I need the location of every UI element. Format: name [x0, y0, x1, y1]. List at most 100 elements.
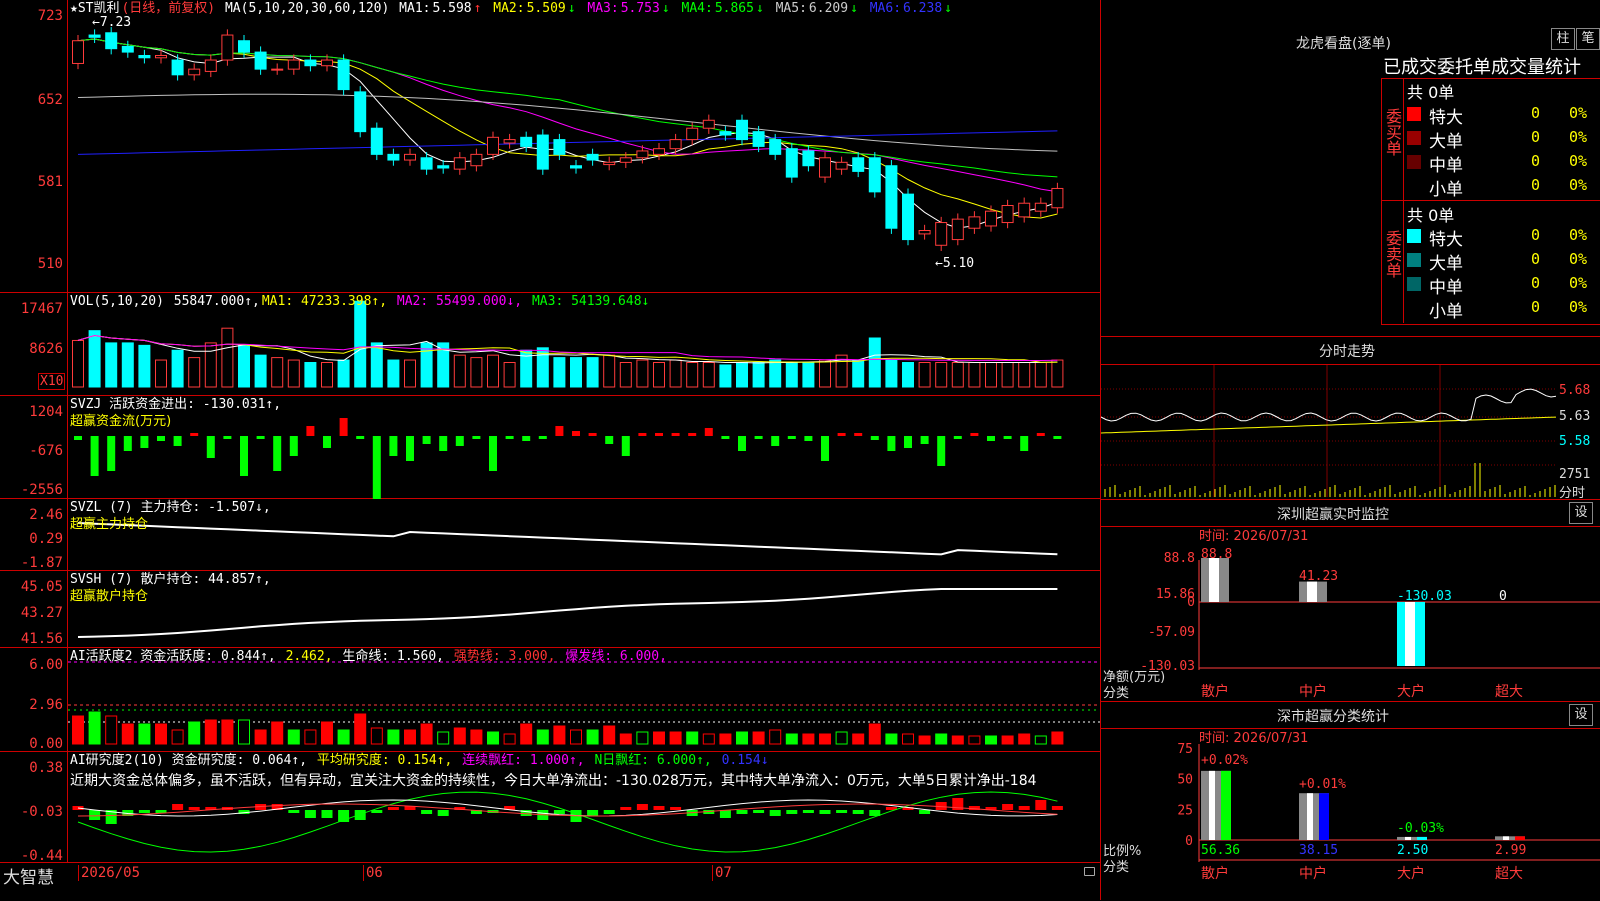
sell-swatch [1407, 277, 1421, 291]
ai-research-panel[interactable]: 0.38 -0.03 -0.44 AI研究度2(10) 资金研究度: 0.064… [0, 752, 1100, 863]
sell-row: 大单 0 0% [1407, 249, 1600, 274]
sell-swatch [1407, 229, 1421, 243]
candle-body [702, 119, 715, 129]
class-bar-highlight [1307, 793, 1313, 840]
candle-body [370, 127, 383, 155]
bar-view-button[interactable]: 柱 [1551, 28, 1575, 50]
activity-bar [752, 731, 765, 745]
volume-bar [420, 342, 433, 388]
period-label: (日线，前复权) [121, 1, 216, 16]
class-value: 2.50 [1397, 843, 1428, 858]
flow-bar [704, 428, 713, 436]
ma2-value: MA2: 5.509 ↓ [493, 1, 576, 16]
kline-panel[interactable]: 723 652 581 510 ★ST凯利 (日线，前复权) MA(5,10,20… [0, 0, 1100, 293]
y-tick: 0.29 [29, 531, 63, 547]
y-tick: -676 [29, 443, 63, 459]
intraday-panel[interactable]: 分时走势 5.68 5.63 5.58 2751 分时 [1100, 337, 1600, 501]
candle-body [188, 68, 201, 76]
high-price-label: ←7.23 [92, 15, 132, 30]
activity-bar [586, 729, 599, 745]
sell-count: 0 [1531, 250, 1541, 268]
activity-bar [951, 735, 964, 745]
main-holding-y-axis: 2.46 0.29 -1.87 [0, 499, 68, 570]
y-tick: 41.56 [20, 631, 63, 647]
class-category: 散户 [1201, 865, 1229, 882]
buy-pct: 0% [1569, 104, 1588, 122]
class-y-tick: 25 [1177, 803, 1193, 818]
flow-bar [655, 433, 663, 436]
retail-holding-line [77, 588, 1058, 638]
volume-bar [885, 359, 898, 388]
stroke-view-button[interactable]: 笔 [1576, 28, 1600, 50]
ai-commentary: 近期大资金总体偏多，虽不活跃，但有异动，宜关注大资金的持续性，今日大单净流出：-… [70, 773, 1037, 789]
retail-holding-panel[interactable]: 45.05 43.27 41.56 SVSH (7) 散户持仓: 44.857↑… [0, 571, 1100, 648]
volume-bar [88, 330, 101, 388]
candle-body [453, 157, 466, 170]
candle-body [105, 32, 118, 50]
flow-bar [688, 433, 697, 436]
class-category: 大户 [1397, 865, 1425, 882]
sell-count: 0 [1531, 226, 1541, 244]
y-tick: 0.38 [29, 760, 63, 776]
volume-panel[interactable]: 17467 8626 X10 VOL(5,10,20) 55847.000↑, M… [0, 293, 1100, 396]
volume-bar [503, 362, 516, 388]
activity-bar [918, 735, 931, 745]
activity-bar [1034, 735, 1047, 745]
flow-bar [605, 436, 614, 444]
volume-bar [653, 362, 665, 388]
class-bar-highlight [1503, 836, 1509, 840]
flow-bar [821, 436, 829, 461]
flow-bar [638, 433, 647, 436]
candle-body [204, 59, 217, 72]
flow-bar [240, 436, 248, 476]
svzj-sub: 超赢资金流(万元) [70, 414, 172, 429]
vol-label: VOL(5,10,20) [70, 294, 164, 309]
date-tick: 07 [712, 865, 732, 881]
buy-label: 特大 [1429, 108, 1463, 128]
monitor-y-tick: 88.8 [1164, 551, 1195, 566]
monitor-panel[interactable]: 深圳超赢实时监控 设 时间: 2026/07/31 88.8 15.86 0 -57.… [1100, 500, 1600, 702]
flow-bar [289, 436, 298, 456]
y-tick: -1.87 [20, 555, 63, 571]
fund-flow-panel[interactable]: 1204 -676 -2556 SVZJ 活跃资金进出: -130.031↑, … [0, 396, 1100, 499]
candlestick-chart[interactable] [68, 0, 1100, 293]
candle-body [420, 157, 433, 170]
ma6-value: MA6: 6.238 ↓ [869, 1, 952, 16]
activity-bar [536, 729, 549, 745]
buy-count: 0 [1531, 176, 1541, 194]
y-tick: 510 [37, 256, 63, 272]
ma5-value: MA5: 6.209 ↓ [775, 1, 858, 16]
monitor-chart[interactable]: 88.815.860-57.09-130.0388.841.23-130.03 0… [1101, 500, 1600, 702]
ma1-value: MA1: 5.598 ↑ [399, 1, 482, 16]
svzl-sub: 超赢主力持仓 [70, 517, 149, 532]
activity-bar [354, 713, 367, 745]
research-bar [836, 810, 848, 813]
stock-title[interactable]: ★ST凯利 [70, 1, 119, 16]
monitor-category: 散户 [1201, 683, 1229, 700]
research-bar [636, 804, 648, 810]
class-bar-highlight [1209, 770, 1215, 840]
lock-icon[interactable] [1084, 867, 1095, 876]
class-y-tick: 75 [1177, 742, 1193, 757]
y-tick: -0.03 [20, 804, 63, 820]
activity-bar [271, 721, 284, 745]
sell-pct: 0% [1569, 250, 1588, 268]
volume-bar [337, 359, 350, 388]
class-stats-chart[interactable]: 75 50 25 0 +0.02% +0.01% -0.03% 56.36 38.15 2.50 2… [1101, 702, 1600, 900]
activity-bar [437, 731, 450, 745]
fund-flow-y-axis: 1204 -676 -2556 [0, 396, 68, 498]
flow-bar [904, 436, 912, 448]
main-holding-panel[interactable]: 2.46 0.29 -1.87 SVZL (7) 主力持仓: -1.507↓, … [0, 499, 1100, 571]
intraday-chart[interactable] [1101, 365, 1556, 497]
ai-active-strong: 强势线: 3.000, [453, 649, 556, 664]
research-bar [653, 806, 665, 810]
activity-bar [337, 729, 350, 745]
ai-activity-panel[interactable]: 6.00 2.96 0.00 AI活跃度2 资金活跃度: 0.844↑, 2.4… [0, 648, 1100, 752]
activity-bar [221, 719, 234, 745]
intraday-title: 分时走势 [1319, 344, 1375, 360]
class-stats-panel[interactable]: 深市超赢分类统计 设 时间: 2026/07/31 75 50 25 0 +0.02% +… [1100, 702, 1600, 900]
low-price-label: ←5.10 [935, 256, 975, 271]
candle-body [985, 210, 997, 227]
volume-bar [769, 359, 782, 388]
volume-bar [802, 362, 815, 388]
